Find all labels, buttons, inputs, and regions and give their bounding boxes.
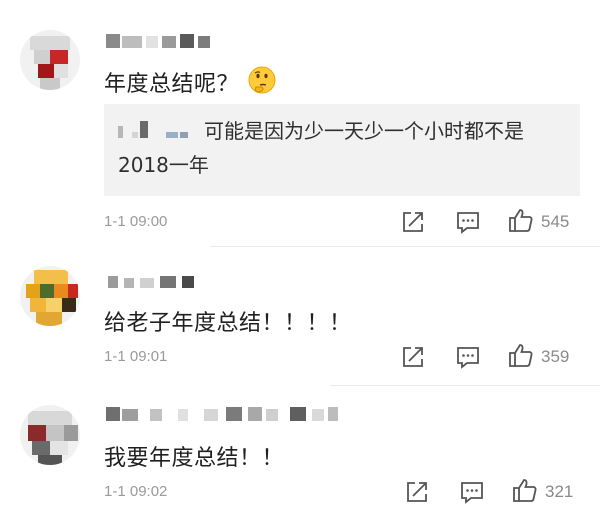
thinking-face-icon [248,66,276,94]
like-count: 359 [541,347,570,366]
share-icon[interactable] [400,344,426,370]
avatar[interactable] [20,30,80,90]
comment-list: 年度总结呢？ 可能是因为少一天少一个小时都不是2018一年 1-1 09:00 [0,0,600,523]
divider [330,385,600,386]
quoted-reply: 可能是因为少一天少一个小时都不是2018一年 [118,115,568,182]
comment-icon[interactable] [459,479,485,505]
avatar[interactable] [20,405,80,465]
like-count: 545 [541,212,570,231]
comment-text: 给老子年度总结！！！！ [104,311,352,336]
comment-timestamp: 1-1 09:02 [104,483,168,500]
share-icon[interactable] [400,209,426,235]
share-icon[interactable] [404,479,430,505]
comment-icon[interactable] [455,344,481,370]
like-count: 321 [545,482,574,501]
avatar[interactable] [20,266,80,326]
thumbs-up-icon[interactable] [512,477,538,503]
comment-text: 我要年度总结！！ [104,446,285,471]
thumbs-up-icon[interactable] [508,207,534,233]
thumbs-up-icon[interactable] [508,342,534,368]
comment-text: 年度总结呢？ [104,72,240,97]
comment-timestamp: 1-1 09:01 [104,348,168,365]
redacted-username [118,116,200,149]
comment-icon[interactable] [455,209,481,235]
comment-timestamp: 1-1 09:00 [104,213,168,230]
divider [210,246,600,247]
